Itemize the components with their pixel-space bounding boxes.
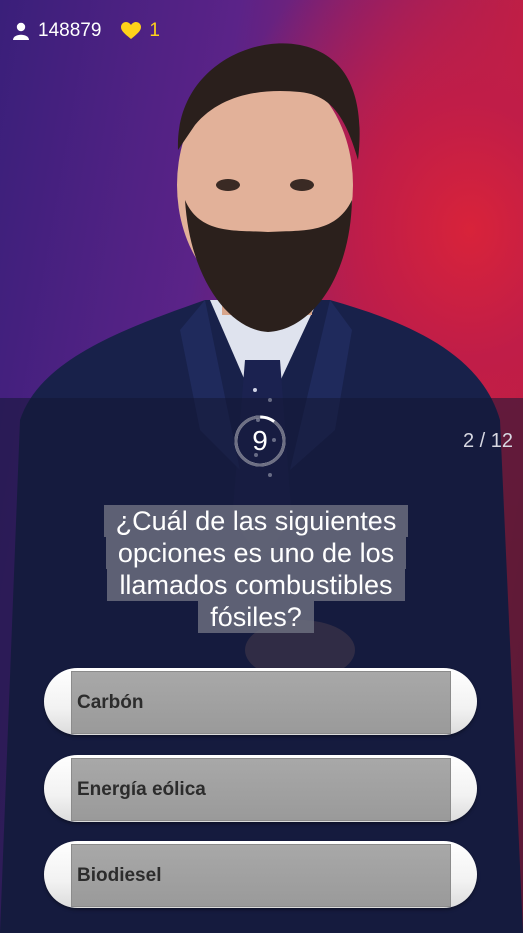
user-icon — [13, 22, 29, 40]
heart-icon — [121, 22, 142, 39]
lives-stat: 1 — [121, 20, 160, 42]
answer-option-body[interactable]: Carbón — [71, 671, 451, 734]
answer-option-label: Carbón — [77, 691, 144, 713]
answer-option-body[interactable]: Energía eólica — [71, 758, 451, 821]
answer-option-2[interactable]: Energía eólica — [44, 755, 477, 822]
answer-option-label: Energía eólica — [77, 778, 206, 800]
countdown-timer: 9 — [233, 414, 287, 468]
stats-bar: 148879 1 — [12, 19, 180, 43]
question-progress: 2 / 12 — [462, 430, 513, 452]
players-stat: 148879 — [12, 20, 101, 42]
players-count: 148879 — [38, 20, 102, 41]
question-text: ¿Cuál de las siguientes opciones es uno … — [52, 505, 460, 633]
question-line: llamados combustibles — [107, 569, 405, 601]
answer-option-label: Biodiesel — [77, 864, 162, 886]
answer-option-1[interactable]: Carbón — [44, 668, 477, 735]
answer-option-3[interactable]: Biodiesel — [44, 841, 477, 908]
answer-option-body[interactable]: Biodiesel — [71, 844, 451, 907]
question-line: fósiles? — [198, 601, 314, 633]
lives-count: 1 — [149, 20, 160, 41]
question-line: ¿Cuál de las siguientes — [103, 505, 409, 537]
question-line: opciones es uno de los — [105, 537, 407, 569]
timer-seconds: 9 — [252, 425, 268, 456]
